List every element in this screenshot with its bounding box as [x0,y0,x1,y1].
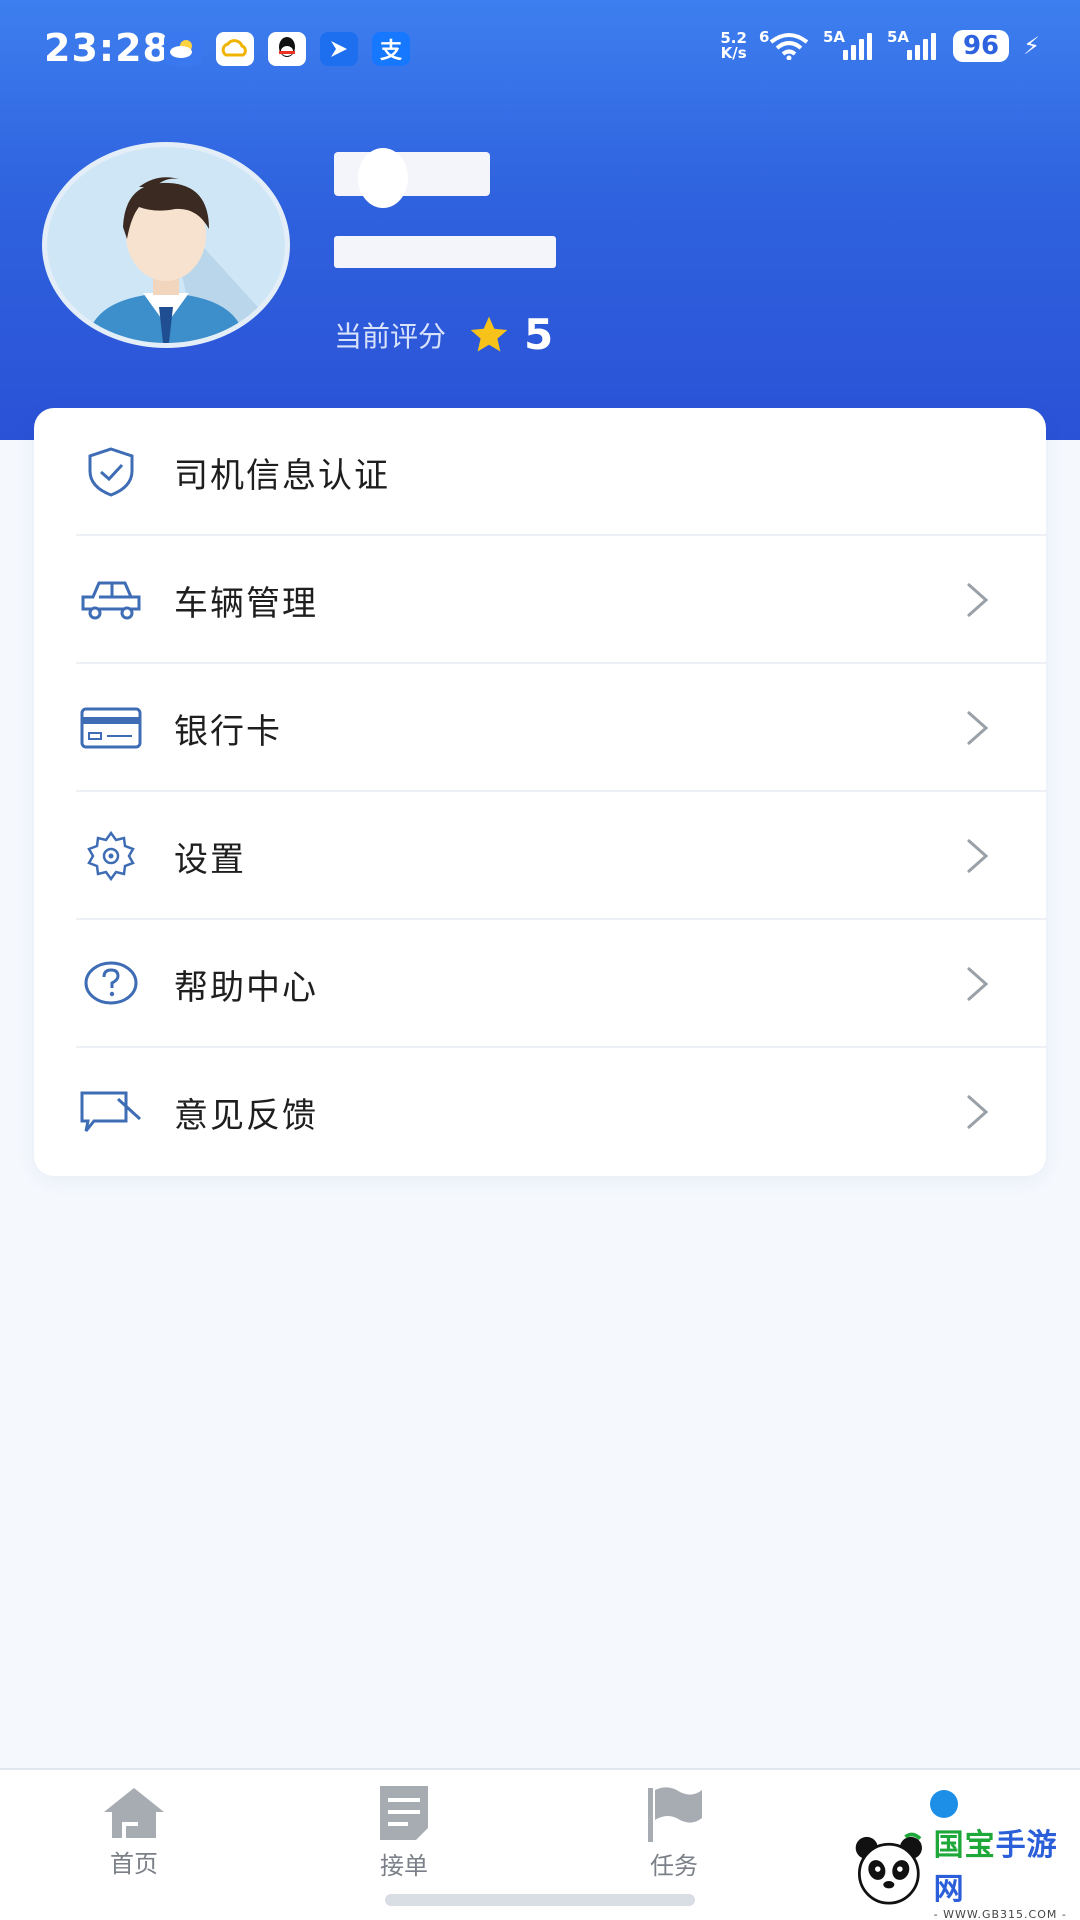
phone-redacted [334,236,556,268]
signal-strength-icon-1: 5A [823,28,875,60]
gear-icon [78,826,144,886]
qq-icon [268,32,306,66]
watermark-title-green: 国宝 [933,1827,996,1863]
menu-item-vehicle-management[interactable]: 车辆管理 [34,536,1046,664]
menu-label: 帮助中心 [174,967,318,1008]
menu-label: 设置 [174,839,246,880]
chevron-right-icon [967,966,989,1002]
navigation-app-icon [320,32,358,66]
alipay-icon: 支 [372,32,410,66]
menu-label: 意见反馈 [174,1095,318,1136]
panda-logo-icon [855,1832,922,1905]
menu-item-settings[interactable]: 设置 [34,792,1046,920]
battery-level: 96 [962,31,1000,61]
tab-home[interactable]: 首页 [74,1784,194,1894]
battery-icon: 96 [952,30,1010,62]
tab-label: 接单 [380,1852,428,1880]
help-icon [78,954,144,1014]
chevron-right-icon [967,838,989,874]
bank-card-icon [78,698,144,758]
chevron-right-icon [967,1094,989,1130]
wifi-label: 6 [758,28,770,46]
signal-strength-icon-2: 5A [887,28,939,60]
net-speed-unit: K/s [720,44,747,62]
menu-label: 司机信息认证 [174,455,390,496]
shield-check-icon [78,442,144,502]
watermark-logo: 国宝手游网 - WWW.GB315.COM - [828,1820,1080,1920]
signal2-label: 5A [886,28,909,46]
notification-icons: 支 [164,32,410,66]
flag-icon [648,1787,702,1842]
username-redacted-blob [358,148,408,208]
tab-orders[interactable]: 接单 [344,1784,464,1894]
avatar[interactable] [42,142,290,348]
menu-label: 车辆管理 [174,583,318,624]
car-icon [78,570,144,630]
status-bar: 23:28 支 5.2 K/s 6 5A 5A 96 ⚡ [0,0,1080,96]
tab-label: 任务 [650,1852,698,1880]
home-indicator[interactable] [385,1894,695,1906]
menu-item-feedback[interactable]: 意见反馈 [34,1048,1046,1176]
feedback-icon [78,1082,144,1142]
home-icon [104,1788,164,1838]
weather-icon [164,32,202,66]
menu-item-bank-card[interactable]: 银行卡 [34,664,1046,792]
order-icon [380,1786,428,1840]
menu-item-help-center[interactable]: 帮助中心 [34,920,1046,1048]
rating-value: 5 [524,310,554,359]
current-rating: 当前评分 5 [334,310,553,359]
watermark-url: - WWW.GB315.COM - [933,1907,1067,1920]
tab-label: 首页 [110,1850,158,1878]
chevron-right-icon [967,710,989,746]
tab-tasks[interactable]: 任务 [614,1784,734,1894]
chevron-right-icon [967,582,989,618]
network-speed: 5.2 K/s [720,31,747,61]
menu-card: 司机信息认证 车辆管理 银行卡 设置 帮助中心 意见反馈 [34,408,1046,1176]
signal1-label: 5A [822,28,845,46]
charging-icon: ⚡ [1023,32,1040,60]
rating-label: 当前评分 [334,319,447,353]
status-time: 23:28 [44,26,170,70]
menu-label: 银行卡 [174,711,282,752]
star-icon [470,316,508,351]
profile-header: 23:28 支 5.2 K/s 6 5A 5A 96 ⚡ 当前评分 5 [0,0,1080,440]
cloud-app-icon [216,32,254,66]
wifi-icon: 6 [759,28,811,60]
system-icons: 5.2 K/s 6 5A 5A 96 ⚡ [720,28,1040,62]
menu-item-driver-verification[interactable]: 司机信息认证 [34,408,1046,536]
